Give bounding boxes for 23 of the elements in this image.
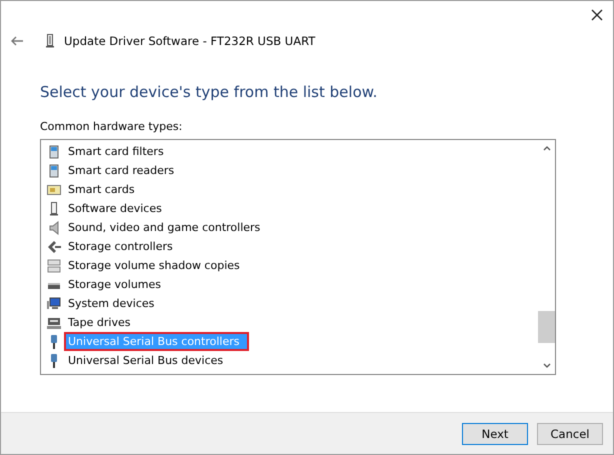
list-label: Common hardware types: <box>40 120 184 133</box>
cancel-button[interactable]: Cancel <box>537 422 603 444</box>
list-item[interactable]: Tape drives <box>64 313 134 332</box>
list-item[interactable]: Smart card readers <box>64 161 178 180</box>
window-title: Update Driver Software - FT232R USB UART <box>64 34 316 48</box>
list-item[interactable]: Universal Serial Bus devices <box>64 351 228 370</box>
scroll-up-icon[interactable] <box>542 146 550 151</box>
monitor-icon <box>47 296 61 310</box>
close-icon[interactable] <box>591 9 603 21</box>
list-item[interactable]: Smart cards <box>64 180 139 199</box>
list-item[interactable]: Sound, video and game controllers <box>64 218 264 237</box>
next-button[interactable]: Next <box>462 422 528 444</box>
list-item[interactable]: Smart card filters <box>64 142 168 161</box>
scroll-down-icon[interactable] <box>542 363 550 368</box>
instruction-heading: Select your device's type from the list below. <box>40 83 378 101</box>
list-item[interactable]: Storage controllers <box>64 237 177 256</box>
back-arrow-icon[interactable] <box>11 36 24 46</box>
list-item[interactable]: System devices <box>64 294 158 313</box>
list-item[interactable]: Storage volume shadow copies <box>64 256 244 275</box>
list-item[interactable]: Software devices <box>64 199 166 218</box>
scroll-thumb[interactable] <box>538 311 555 343</box>
list-item[interactable]: Storage volumes <box>64 275 166 294</box>
speaker-icon <box>47 220 61 234</box>
